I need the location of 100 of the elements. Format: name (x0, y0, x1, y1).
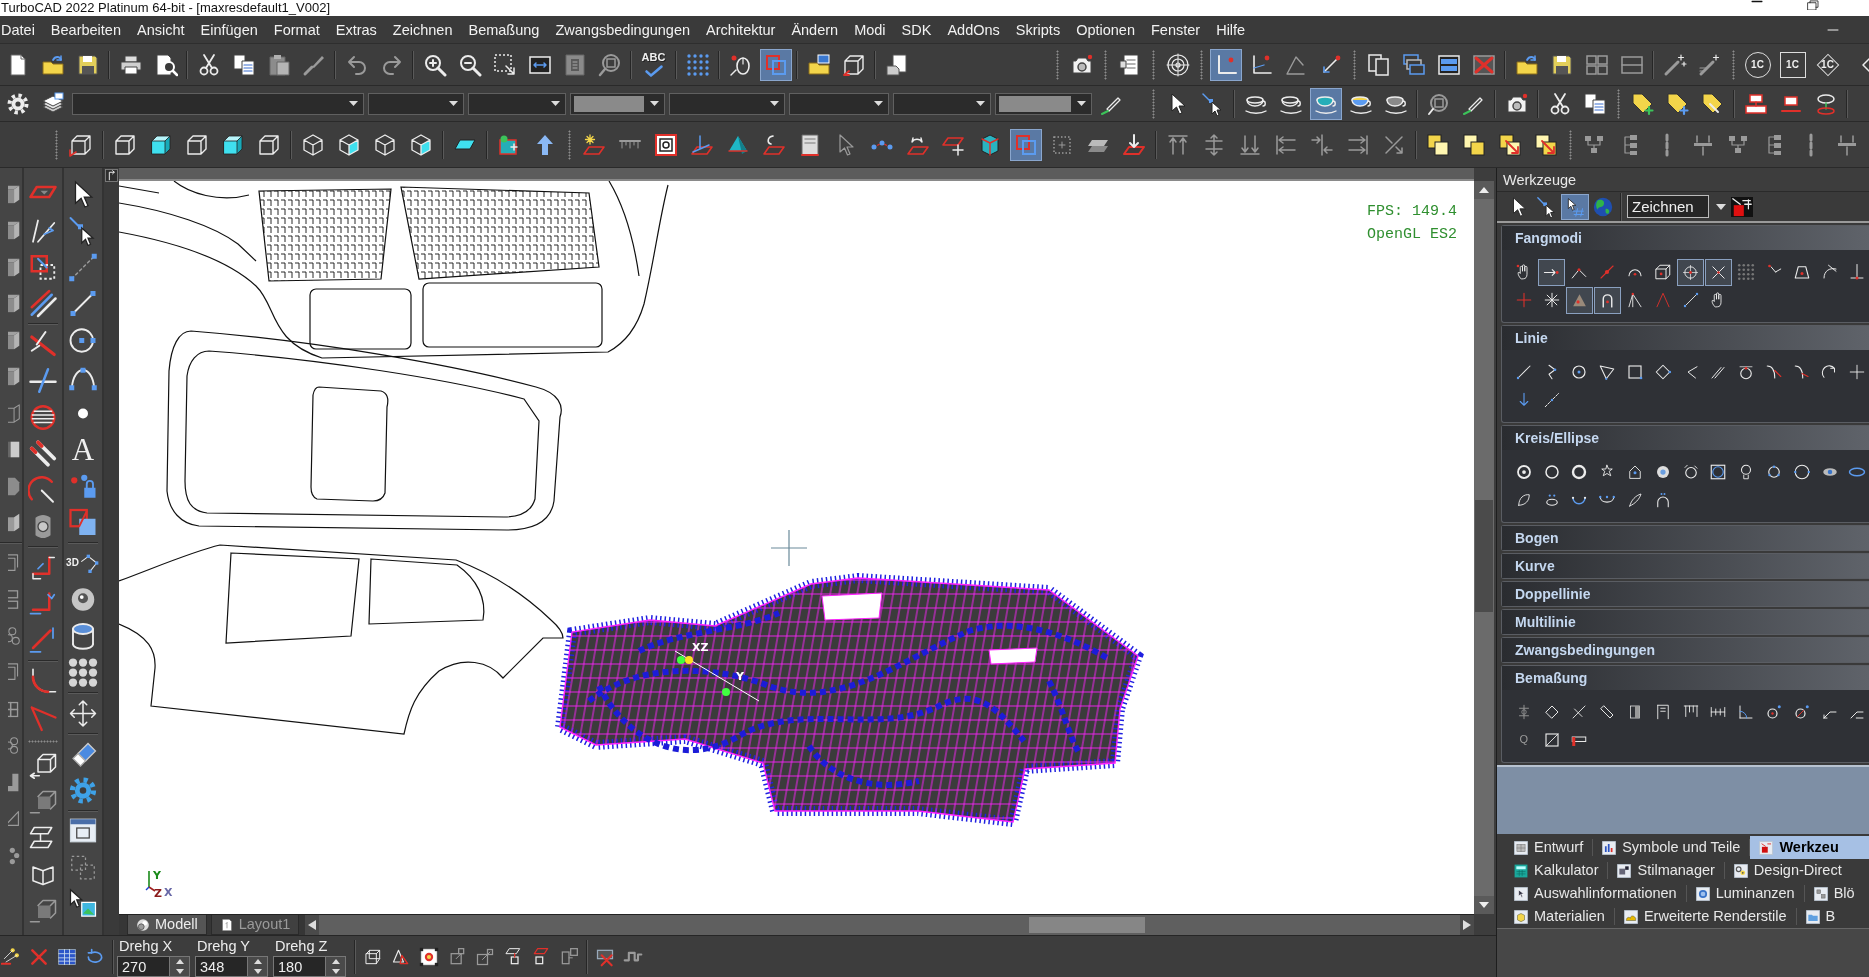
cone-icon[interactable] (1566, 286, 1593, 314)
section-header[interactable]: Zwangsbedingungen (1502, 638, 1869, 662)
layout-tab[interactable]: Modell (127, 915, 207, 935)
menu-item[interactable]: Skripts (1007, 16, 1069, 43)
text-tool-button[interactable]: A (67, 433, 99, 467)
menu-item[interactable]: Architektur (698, 16, 784, 43)
panel-tab[interactable]: B (1796, 905, 1869, 928)
menu-item[interactable]: Format (265, 16, 328, 43)
section-header[interactable]: Multilinie (1502, 610, 1869, 634)
menu-item[interactable]: Zwangsbedingungen (547, 16, 699, 43)
mode-dropdown[interactable]: Zeichnen (1627, 195, 1709, 218)
target-icon[interactable] (1164, 51, 1191, 78)
tag-icon[interactable] (1664, 90, 1691, 117)
scroll-down-icon[interactable] (1474, 896, 1494, 914)
overlapping-squares-icon[interactable] (1425, 131, 1451, 158)
tool-icon[interactable] (1731, 196, 1753, 217)
target-square-icon[interactable] (653, 131, 679, 158)
menu-item[interactable]: Hilfe (1208, 16, 1254, 43)
panel-tab[interactable]: Stilmanager (1608, 859, 1724, 882)
dropdown-field[interactable] (669, 92, 785, 115)
section-header[interactable]: Bogen (1502, 526, 1869, 550)
documents-icon[interactable] (883, 51, 910, 78)
restore-icon[interactable] (1807, 0, 1819, 10)
scroll-up-icon[interactable] (1474, 181, 1494, 199)
panel-tab[interactable]: Kalkulator (1505, 859, 1608, 882)
sphere-grid-icon[interactable] (67, 656, 99, 690)
cursor-grid-icon[interactable] (1561, 193, 1589, 220)
horizontal-scrollbar[interactable] (319, 915, 1460, 935)
menu-item[interactable]: SDK (893, 16, 940, 43)
letter-tool-button[interactable]: Q (1512, 729, 1535, 751)
menu-item[interactable]: Ansicht (129, 16, 193, 43)
number-field[interactable]: 270 (117, 956, 170, 977)
spell-check-button[interactable]: ABC (639, 51, 668, 64)
dropdown-field[interactable] (789, 92, 889, 115)
menu-item[interactable]: Extras (327, 16, 385, 43)
plane-arrow-icon[interactable] (1121, 131, 1147, 158)
section-header[interactable]: Kurve (1502, 554, 1869, 578)
menu-item[interactable]: Optionen (1068, 16, 1143, 43)
tag-icon[interactable] (1629, 90, 1656, 117)
caret-icon[interactable] (1716, 203, 1726, 210)
align-icon[interactable] (1309, 131, 1335, 158)
scrollbar-thumb[interactable] (1475, 500, 1493, 612)
axis-corner-icon[interactable] (1209, 48, 1242, 81)
menu-item[interactable]: Datei (0, 16, 43, 43)
section-header[interactable]: Bemaßung (1502, 666, 1869, 690)
folder-icon[interactable] (805, 51, 832, 78)
dropdown-field[interactable] (893, 92, 991, 115)
panel-tab[interactable]: Blö (1804, 882, 1869, 905)
horseshoe-icon[interactable] (1593, 286, 1621, 314)
corner-arrow-icon[interactable] (105, 169, 118, 182)
teacup-icon[interactable] (1309, 87, 1342, 120)
spinner-control[interactable] (170, 956, 190, 977)
panel-tab[interactable]: Design-Direct (1724, 859, 1869, 882)
panel-tab[interactable]: Luminanzen (1686, 882, 1804, 905)
number-field[interactable]: 180 (273, 956, 326, 977)
number-field[interactable]: 348 (195, 956, 248, 977)
layout-tab[interactable]: Layout1 (210, 915, 300, 935)
section-header[interactable]: Kreis/Ellipse (1502, 426, 1869, 450)
vertical-scrollbar[interactable] (1474, 181, 1494, 914)
windows-icon[interactable] (1400, 51, 1427, 78)
pages-icon[interactable] (1365, 51, 1392, 78)
dropdown-field[interactable] (570, 92, 665, 115)
overlapping-squares-icon[interactable] (1461, 131, 1487, 158)
panel-tab[interactable]: Erweiterte Renderstile (1614, 905, 1796, 928)
magnifier-icon[interactable] (596, 51, 623, 78)
target-square-icon[interactable] (418, 945, 440, 968)
scrollbar-thumb[interactable] (1029, 917, 1146, 933)
minimize-icon[interactable] (1751, 0, 1763, 3)
spinner-control[interactable] (248, 956, 268, 977)
menu-item[interactable]: Bemaßung (460, 16, 548, 43)
panel-tab[interactable]: Materialien (1505, 905, 1614, 928)
diamond-label-button[interactable]: 1C (1814, 51, 1841, 78)
menu-item[interactable]: Einfügen (192, 16, 266, 43)
section-header[interactable]: Doppellinie (1502, 582, 1869, 606)
overlapping-squares-icon[interactable] (1533, 131, 1559, 158)
menu-item[interactable]: Modi (846, 16, 894, 43)
dropdown-field[interactable] (368, 92, 464, 115)
panel-tab[interactable]: Werkzeu (1750, 836, 1869, 859)
pins-icon[interactable] (0, 945, 22, 968)
3d-polyline-button[interactable]: 3D (66, 546, 100, 580)
cross-icon[interactable] (1704, 258, 1732, 286)
menu-item[interactable]: AddOns (939, 16, 1008, 43)
scroll-left-icon[interactable] (305, 915, 320, 935)
dot-grid-icon[interactable] (684, 51, 711, 78)
panel-tab[interactable]: Auswahlinformationen (1505, 882, 1686, 905)
spinner-control[interactable] (326, 956, 346, 977)
panel-tab[interactable]: Symbole und Teile (1593, 836, 1750, 859)
dropdown-field[interactable] (995, 92, 1092, 115)
menu-item[interactable]: Zeichnen (384, 16, 461, 43)
menu-item[interactable]: Bearbeiten (42, 16, 129, 43)
scroll-right-icon[interactable] (1460, 915, 1474, 935)
overlapping-squares-icon[interactable] (1497, 131, 1523, 158)
section-header[interactable]: Linie (1502, 326, 1869, 350)
square-label-button[interactable]: 1C (1779, 51, 1806, 78)
section-header[interactable]: Fangmodi (1502, 226, 1869, 250)
panel-tab[interactable]: Entwurf (1505, 836, 1593, 859)
dropdown-field[interactable] (468, 92, 566, 115)
dashed-rectangle-icon[interactable] (491, 51, 518, 78)
menu-item[interactable]: Ändern (783, 16, 847, 43)
dropdown-field[interactable] (72, 92, 364, 115)
